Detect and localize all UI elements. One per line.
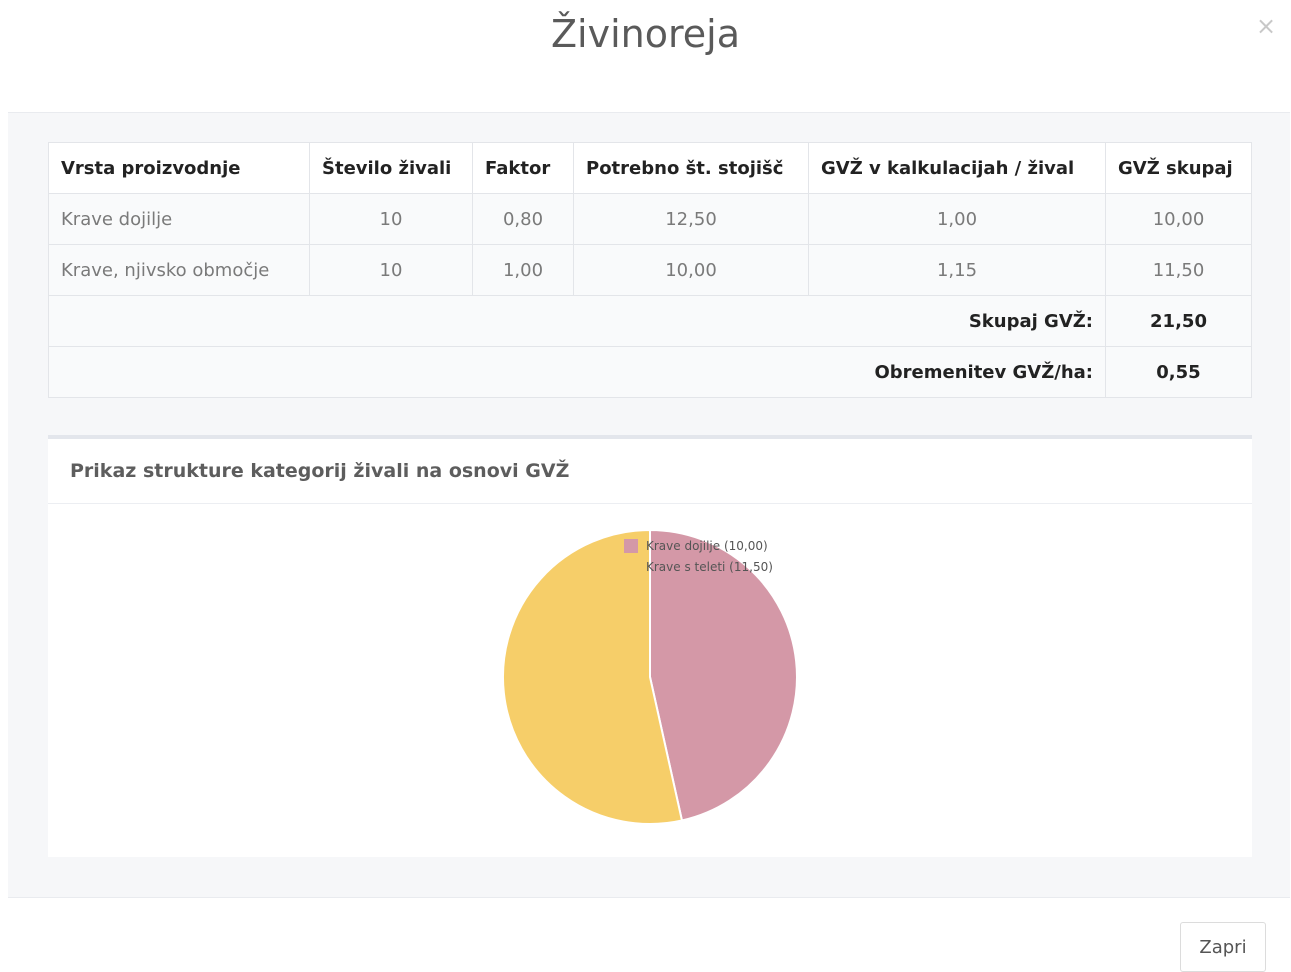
cell-production-type: Krave, njivsko območje [48,244,310,296]
modal-title: Živinoreja [551,12,740,56]
table-header-row: Vrsta proizvodnje Število živali Faktor … [48,142,1252,194]
col-header-required-stalls: Potrebno št. stojišč [573,142,809,194]
cell-lu-per-animal: 1,00 [808,193,1106,245]
col-header-lu-per-animal: GVŽ v kalkulacijah / žival [808,142,1106,194]
legend-label: Krave s teleti (11,50) [646,559,773,574]
cell-lu-total: 10,00 [1105,193,1252,245]
cell-required-stalls: 12,50 [573,193,809,245]
cell-production-type: Krave dojilje [48,193,310,245]
modal-body: Vrsta proizvodnje Število živali Faktor … [8,112,1290,898]
pie-legend: Krave dojilje (10,00) Krave s teleti (11… [624,535,773,577]
col-header-production-type: Vrsta proizvodnje [48,142,310,194]
legend-label: Krave dojilje (10,00) [646,538,768,553]
chart-panel: Prikaz strukture kategorij živali na osn… [48,435,1252,857]
col-header-factor: Faktor [472,142,574,194]
col-header-lu-total: GVŽ skupaj [1105,142,1252,194]
cell-lu-total: 11,50 [1105,244,1252,296]
cell-animal-count: 10 [309,193,473,245]
total-lu-value: 21,50 [1105,295,1252,347]
close-button[interactable]: Zapri [1180,922,1266,972]
legend-swatch-krave-dojilje [624,538,638,553]
legend-item: Krave s teleti (11,50) [624,556,773,577]
legend-swatch-krave-s-teleti [624,559,638,574]
lu-per-ha-value: 0,55 [1105,346,1252,398]
cell-required-stalls: 10,00 [573,244,809,296]
total-row: Skupaj GVŽ: 21,50 [48,295,1252,347]
table-row: Krave dojilje 10 0,80 12,50 1,00 10,00 [48,193,1252,245]
col-header-animal-count: Število živali [309,142,473,194]
legend-item: Krave dojilje (10,00) [624,535,773,556]
close-icon[interactable]: × [1254,10,1278,42]
table-row: Krave, njivsko območje 10 1,00 10,00 1,1… [48,244,1252,296]
cell-lu-per-animal: 1,15 [808,244,1106,296]
lu-per-ha-label: Obremenitev GVŽ/ha: [48,346,1106,398]
livestock-table: Vrsta proizvodnje Število živali Faktor … [48,142,1252,398]
load-row: Obremenitev GVŽ/ha: 0,55 [48,346,1252,398]
cell-factor: 0,80 [472,193,574,245]
total-lu-label: Skupaj GVŽ: [48,295,1106,347]
cell-animal-count: 10 [309,244,473,296]
chart-panel-heading: Prikaz strukture kategorij živali na osn… [48,439,1252,504]
cell-factor: 1,00 [472,244,574,296]
